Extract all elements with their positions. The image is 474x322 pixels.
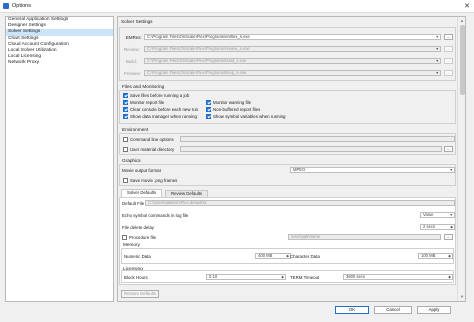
settings-scrollbar[interactable]: ▲ ▼ <box>457 17 465 301</box>
user-material-input[interactable] <box>180 146 442 152</box>
scroll-down-icon[interactable]: ▼ <box>459 294 465 300</box>
settings-nav: General Application Settings Designer Se… <box>5 16 114 302</box>
command-line-label: Command line options <box>130 137 174 142</box>
show-data-manager-label: Show data manager when running <box>130 114 197 119</box>
character-data-stepper[interactable]: 100 MB ◆ <box>418 253 453 259</box>
ok-button[interactable]: OK <box>335 306 369 314</box>
apply-button[interactable]: Apply <box>417 306 451 314</box>
show-data-manager-checkbox[interactable] <box>123 114 128 119</box>
monitor-warning-label: Monitor warning file <box>213 100 252 105</box>
build-label: Build: <box>126 59 137 64</box>
echo-symbol-select[interactable]: Value ▼ <box>420 212 455 218</box>
clear-console-checkbox[interactable] <box>123 107 128 112</box>
tab-solver-defaults[interactable]: Solver Defaults <box>121 189 163 197</box>
non-buffered-label: Non-buffered report files <box>213 107 261 112</box>
character-data-label: Character Data <box>290 254 320 259</box>
save-png-checkbox[interactable] <box>123 178 128 183</box>
term-timeout-label: TERM Timeout <box>290 275 320 280</box>
monitor-warning-checkbox[interactable] <box>206 100 211 105</box>
files-monitoring-heading: Files and Monitoring <box>122 84 165 89</box>
procedure-file-input[interactable]: \user\pathname <box>288 234 441 240</box>
show-symbol-variables-checkbox[interactable] <box>206 114 211 119</box>
save-png-label: Save movie .png frames <box>130 178 178 183</box>
build-browse-button[interactable]: ... <box>444 58 453 64</box>
review-label: Review: <box>124 47 140 52</box>
title-bar: Options ✕ <box>0 0 474 13</box>
review-browse-button[interactable]: ... <box>444 46 453 52</box>
cancel-button[interactable]: Cancel <box>374 306 412 314</box>
monitor-report-checkbox[interactable] <box>123 100 128 105</box>
command-line-input[interactable] <box>180 136 455 142</box>
window-title: Options <box>12 3 31 9</box>
emres-path-select[interactable]: C:\Program Files\OnScale\Flex\Programs\e… <box>144 34 441 40</box>
user-material-checkbox[interactable] <box>123 147 128 152</box>
solver-settings-heading: Solver Settings <box>121 19 153 24</box>
app-icon <box>3 3 9 9</box>
save-files-label: Save files before running a job <box>130 93 190 98</box>
tab-review-defaults[interactable]: Review Defaults <box>165 190 209 197</box>
numeric-data-label: Numeric Data <box>124 254 151 259</box>
clear-console-label: Clear console before each new run <box>130 107 199 112</box>
default-file-input[interactable]: C:\Users\aallison\Flex.defaultsx <box>145 200 455 206</box>
non-buffered-checkbox[interactable] <box>206 107 211 112</box>
memory-heading: Memory <box>123 242 140 247</box>
term-timeout-stepper[interactable]: 3600 secs ◆ <box>343 274 453 280</box>
close-icon[interactable]: ✕ <box>464 2 470 10</box>
delete-delay-stepper[interactable]: 2 secs ◆ <box>420 224 455 230</box>
monitor-report-label: Monitor report file <box>130 100 165 105</box>
scroll-thumb[interactable] <box>459 25 465 95</box>
environment-heading: Environment <box>122 127 149 132</box>
restore-defaults-button[interactable]: Restore Defaults <box>121 290 159 298</box>
preview-path-select[interactable]: C:\Program Files\OnScale\Flex\Programs\f… <box>144 70 441 76</box>
emres-browse-button[interactable]: ... <box>444 34 453 40</box>
movie-format-select[interactable]: MPEG ▼ <box>290 167 455 173</box>
movie-format-label: Movie output format <box>122 168 161 173</box>
preview-label: Preview: <box>124 71 141 76</box>
command-line-checkbox[interactable] <box>123 137 128 142</box>
build-path-select[interactable]: C:\Program Files\OnScale\Flex\Programs\b… <box>144 58 441 64</box>
review-path-select[interactable]: C:\Program Files\OnScale\Flex\Programs\r… <box>144 46 441 52</box>
preview-browse-button[interactable]: ... <box>444 70 453 76</box>
graphics-heading: Graphics <box>122 158 141 163</box>
default-file-label: Default File <box>122 201 145 206</box>
user-material-browse-button[interactable]: ... <box>444 146 453 152</box>
numeric-data-stepper[interactable]: 400 MB ◆ <box>255 253 291 259</box>
delete-delay-label: File delete delay <box>122 225 154 230</box>
scroll-up-icon[interactable]: ▲ <box>459 18 465 24</box>
block-hours-stepper[interactable]: 0.10 ◆ <box>206 274 286 280</box>
block-hours-label: Block Hours <box>124 275 148 280</box>
nav-item-network-proxy[interactable]: Network Proxy <box>6 60 113 66</box>
procedure-file-checkbox[interactable] <box>122 235 127 240</box>
show-symbol-variables-label: Show symbol variables when running <box>213 114 286 119</box>
save-files-checkbox[interactable] <box>123 93 128 98</box>
user-material-label: User material directory <box>130 147 175 152</box>
emres-label: EMRes: <box>126 35 142 40</box>
echo-symbol-label: Echo symbol commands in log file <box>122 213 189 218</box>
procedure-file-label: Procedure file <box>129 235 157 240</box>
procedure-file-browse-button[interactable]: ... <box>444 234 453 240</box>
